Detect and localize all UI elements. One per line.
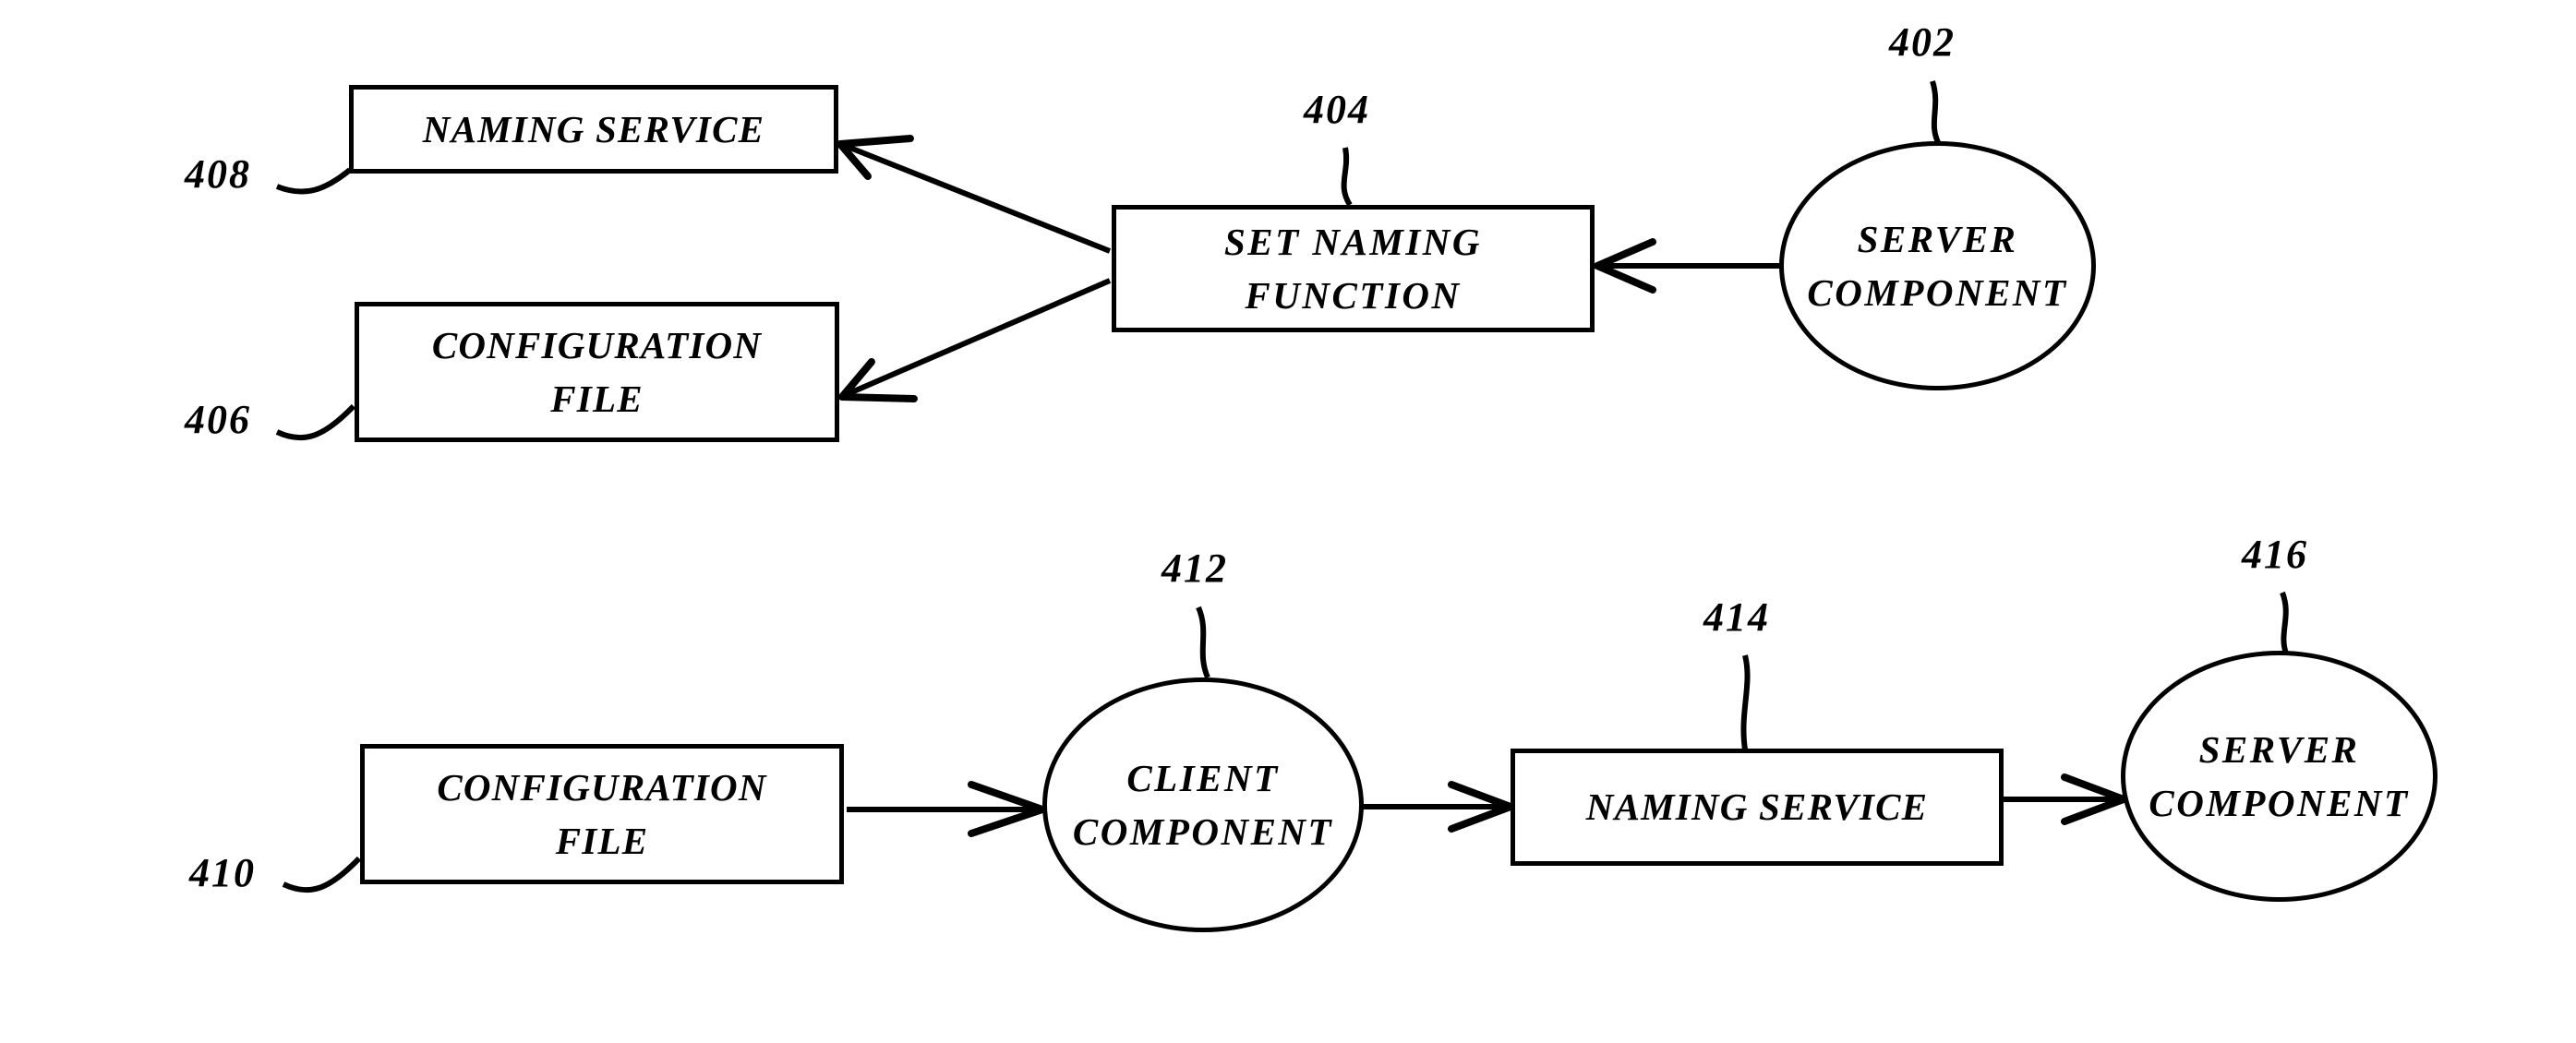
leader-line-414 <box>1740 654 1751 750</box>
node-set-naming-function-label: SET NAMING FUNCTION <box>1223 220 1483 317</box>
ref-numeral-414: 414 <box>1703 594 1770 640</box>
node-naming-service-top-label: NAMING SERVICE <box>422 107 765 150</box>
ref-numeral-404: 404 <box>1304 87 1370 132</box>
patent-figure-canvas: NAMING SERVICE 408 CONFIGURATION FILE 40… <box>0 0 2576 1043</box>
edge-set-naming-to-naming-service <box>837 135 1112 254</box>
leader-line-416 <box>2280 591 2289 655</box>
node-server-component-top-label: SERVER COMPONENT <box>1807 217 2068 314</box>
edge-naming-service-to-server <box>1999 773 2127 825</box>
ref-numeral-408: 408 <box>185 151 251 197</box>
ref-numeral-416: 416 <box>2242 532 2308 577</box>
leader-line-402 <box>1930 80 1942 146</box>
node-configuration-file-top-label: CONFIGURATION FILE <box>431 323 763 420</box>
node-client-component-label: CLIENT COMPONENT <box>1072 756 1334 853</box>
node-naming-service-top[interactable]: NAMING SERVICE <box>349 85 838 174</box>
node-naming-service-bottom[interactable]: NAMING SERVICE <box>1511 749 2004 866</box>
node-server-component-top[interactable]: SERVER COMPONENT <box>1779 141 2096 390</box>
leader-line-412 <box>1196 605 1210 679</box>
node-set-naming-function[interactable]: SET NAMING FUNCTION <box>1112 205 1595 332</box>
node-configuration-file-bottom[interactable]: CONFIGURATION FILE <box>360 744 844 884</box>
leader-line-404 <box>1341 147 1353 207</box>
edge-config-file-to-client <box>847 781 1046 837</box>
ref-numeral-410: 410 <box>189 850 256 895</box>
node-server-component-bottom[interactable]: SERVER COMPONENT <box>2121 651 2438 902</box>
node-configuration-file-top[interactable]: CONFIGURATION FILE <box>355 302 839 442</box>
edge-set-naming-to-config-file <box>838 278 1112 402</box>
leader-line-406 <box>275 403 356 441</box>
node-configuration-file-bottom-label: CONFIGURATION FILE <box>437 765 767 862</box>
leader-line-408 <box>275 167 352 195</box>
edge-client-to-naming-service <box>1359 781 1514 833</box>
node-naming-service-bottom-label: NAMING SERVICE <box>1585 785 1929 829</box>
ref-numeral-406: 406 <box>185 397 251 442</box>
edge-server-to-set-naming <box>1594 238 1782 294</box>
node-server-component-bottom-label: SERVER COMPONENT <box>2149 727 2410 824</box>
ref-numeral-412: 412 <box>1162 545 1228 591</box>
leader-line-410 <box>282 856 362 893</box>
node-client-component[interactable]: CLIENT COMPONENT <box>1042 677 1364 932</box>
ref-numeral-402: 402 <box>1889 19 1956 65</box>
